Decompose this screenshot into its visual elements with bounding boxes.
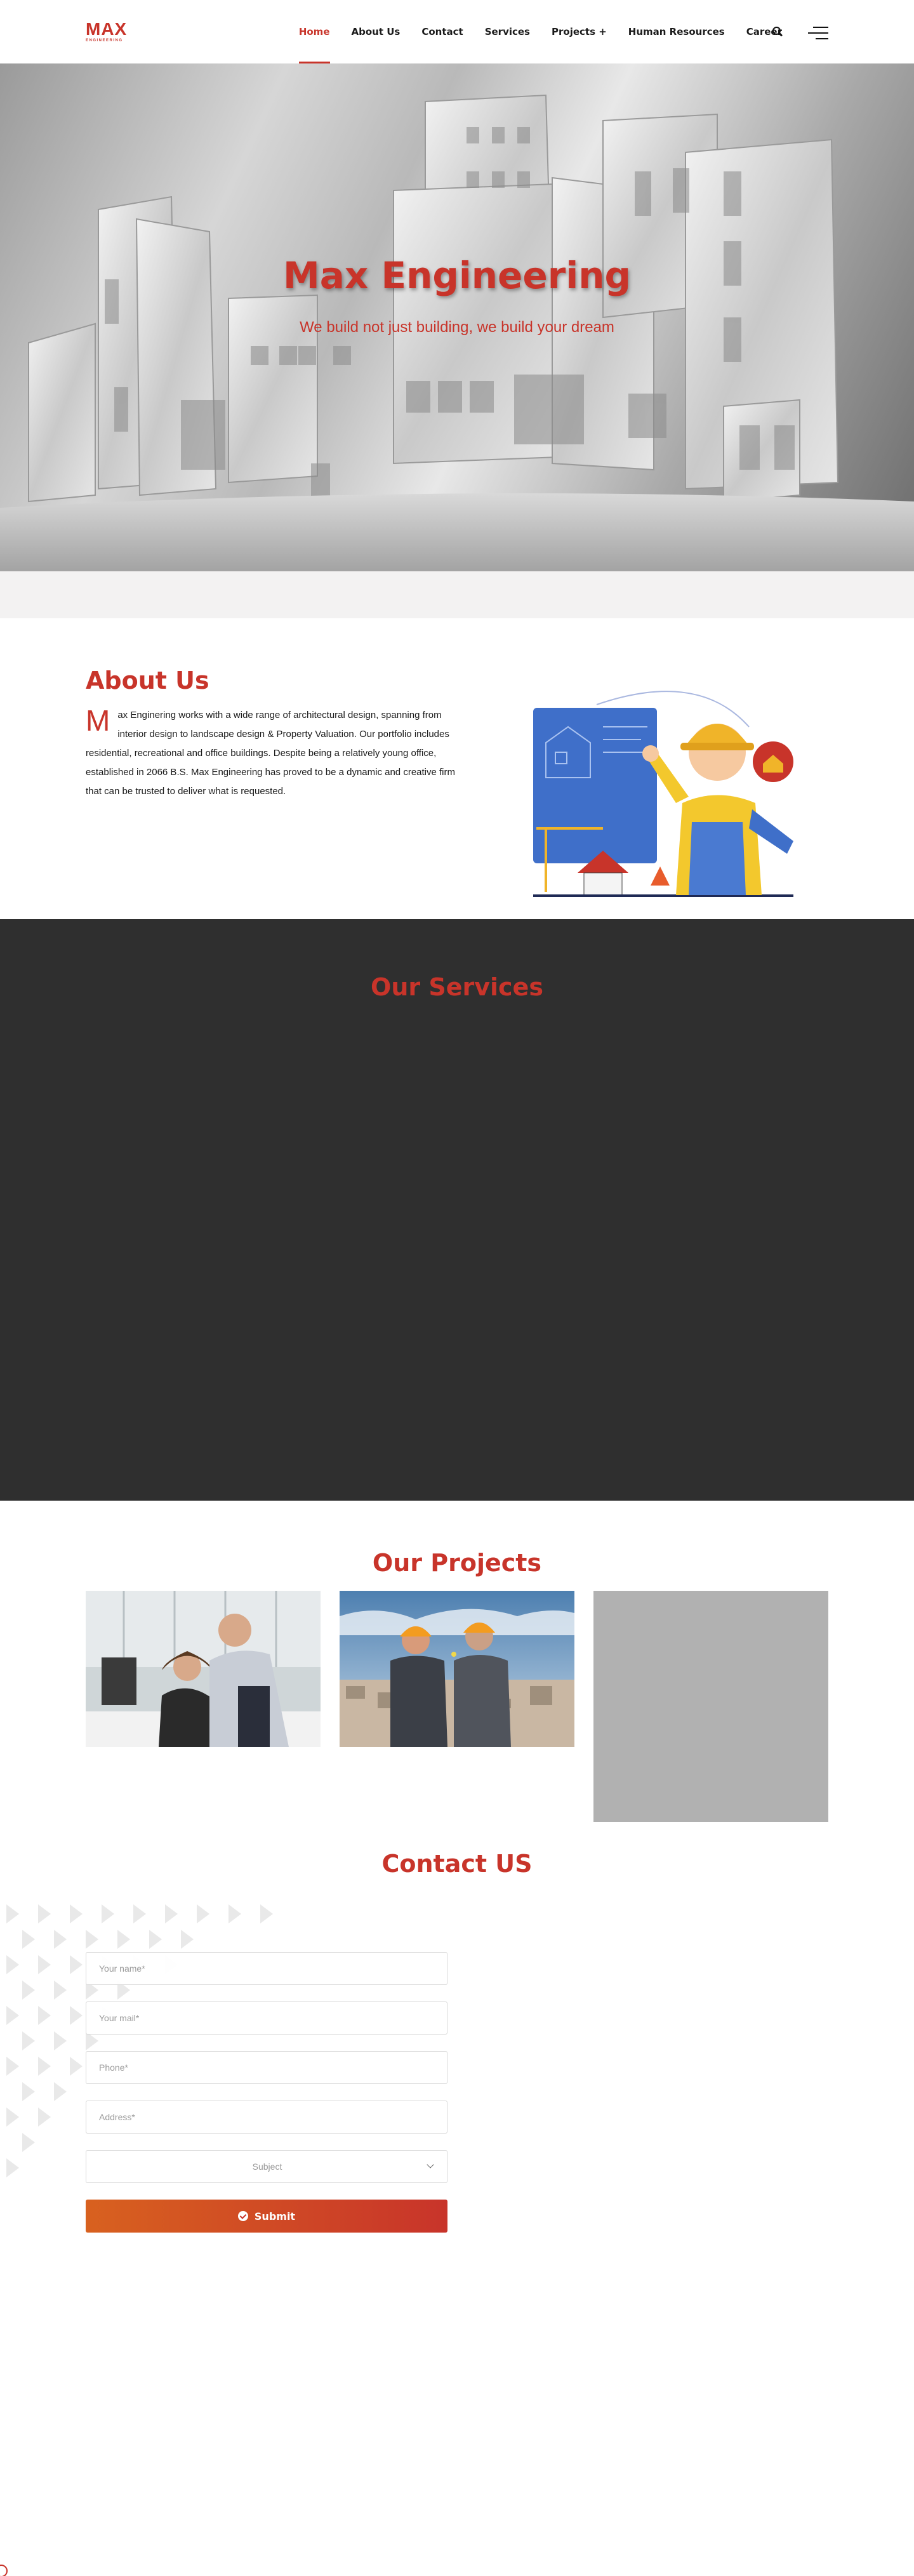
name-field[interactable] bbox=[86, 1952, 447, 1985]
nav-item-about-us[interactable]: About Us bbox=[352, 0, 401, 63]
about-title: About Us bbox=[86, 667, 209, 694]
nav-item-services[interactable]: Services bbox=[485, 0, 530, 63]
projects-title: Our Projects bbox=[372, 1549, 542, 1577]
nav-item-projects[interactable]: Projects + bbox=[552, 0, 607, 63]
email-field[interactable] bbox=[86, 2002, 447, 2035]
triangle-pattern-decoration bbox=[6, 1904, 273, 2177]
hero-buildings-image bbox=[0, 94, 914, 571]
nav-item-contact[interactable]: Contact bbox=[421, 0, 463, 63]
check-circle-icon bbox=[237, 2211, 248, 2221]
services-title: Our Services bbox=[371, 973, 543, 1001]
services-section: Our Services bbox=[0, 919, 914, 1501]
logo[interactable]: MAX ENGINEERING bbox=[86, 20, 131, 43]
main-nav: Home About Us Contact Services Projects … bbox=[277, 0, 782, 63]
header-actions bbox=[769, 23, 828, 41]
hero-subtitle: We build not just building, we build you… bbox=[300, 319, 614, 336]
contact-title: Contact US bbox=[381, 1850, 533, 1878]
project-card-office[interactable] bbox=[86, 1591, 321, 1747]
engineer-illustration bbox=[533, 691, 793, 897]
search-icon[interactable] bbox=[769, 23, 786, 41]
hero-banner: Max Engineering We build not just buildi… bbox=[0, 63, 914, 571]
project-card-site-visit[interactable] bbox=[340, 1591, 574, 1747]
project-image-site-visit bbox=[340, 1591, 574, 1747]
address-field[interactable] bbox=[86, 2101, 447, 2134]
about-text: M ax Enginering works with a wide range … bbox=[86, 706, 460, 801]
nav-item-home[interactable]: Home bbox=[298, 0, 330, 63]
logo-text: MAX bbox=[86, 19, 128, 39]
nav-item-human-resources[interactable]: Human Resources bbox=[628, 0, 725, 63]
site-header: MAX ENGINEERING Home About Us Contact Se… bbox=[0, 0, 914, 63]
scroll-indicator-icon[interactable] bbox=[0, 2565, 8, 2576]
hero-title: Max Engineering bbox=[282, 254, 632, 297]
hero-divider-band bbox=[0, 571, 914, 618]
about-body: ax Enginering works with a wide range of… bbox=[86, 710, 455, 797]
about-dropcap: M bbox=[86, 704, 110, 737]
submit-button[interactable]: Submit bbox=[86, 2200, 447, 2233]
subject-select[interactable]: Subject bbox=[86, 2150, 447, 2183]
phone-field[interactable] bbox=[86, 2051, 447, 2084]
subject-select-value: Subject bbox=[252, 2161, 282, 2172]
project-image-office bbox=[86, 1591, 321, 1747]
submit-label: Submit bbox=[254, 2210, 296, 2222]
project-card-placeholder[interactable] bbox=[593, 1591, 828, 1822]
logo-tagline: ENGINEERING bbox=[86, 39, 123, 43]
menu-icon[interactable] bbox=[808, 27, 828, 39]
